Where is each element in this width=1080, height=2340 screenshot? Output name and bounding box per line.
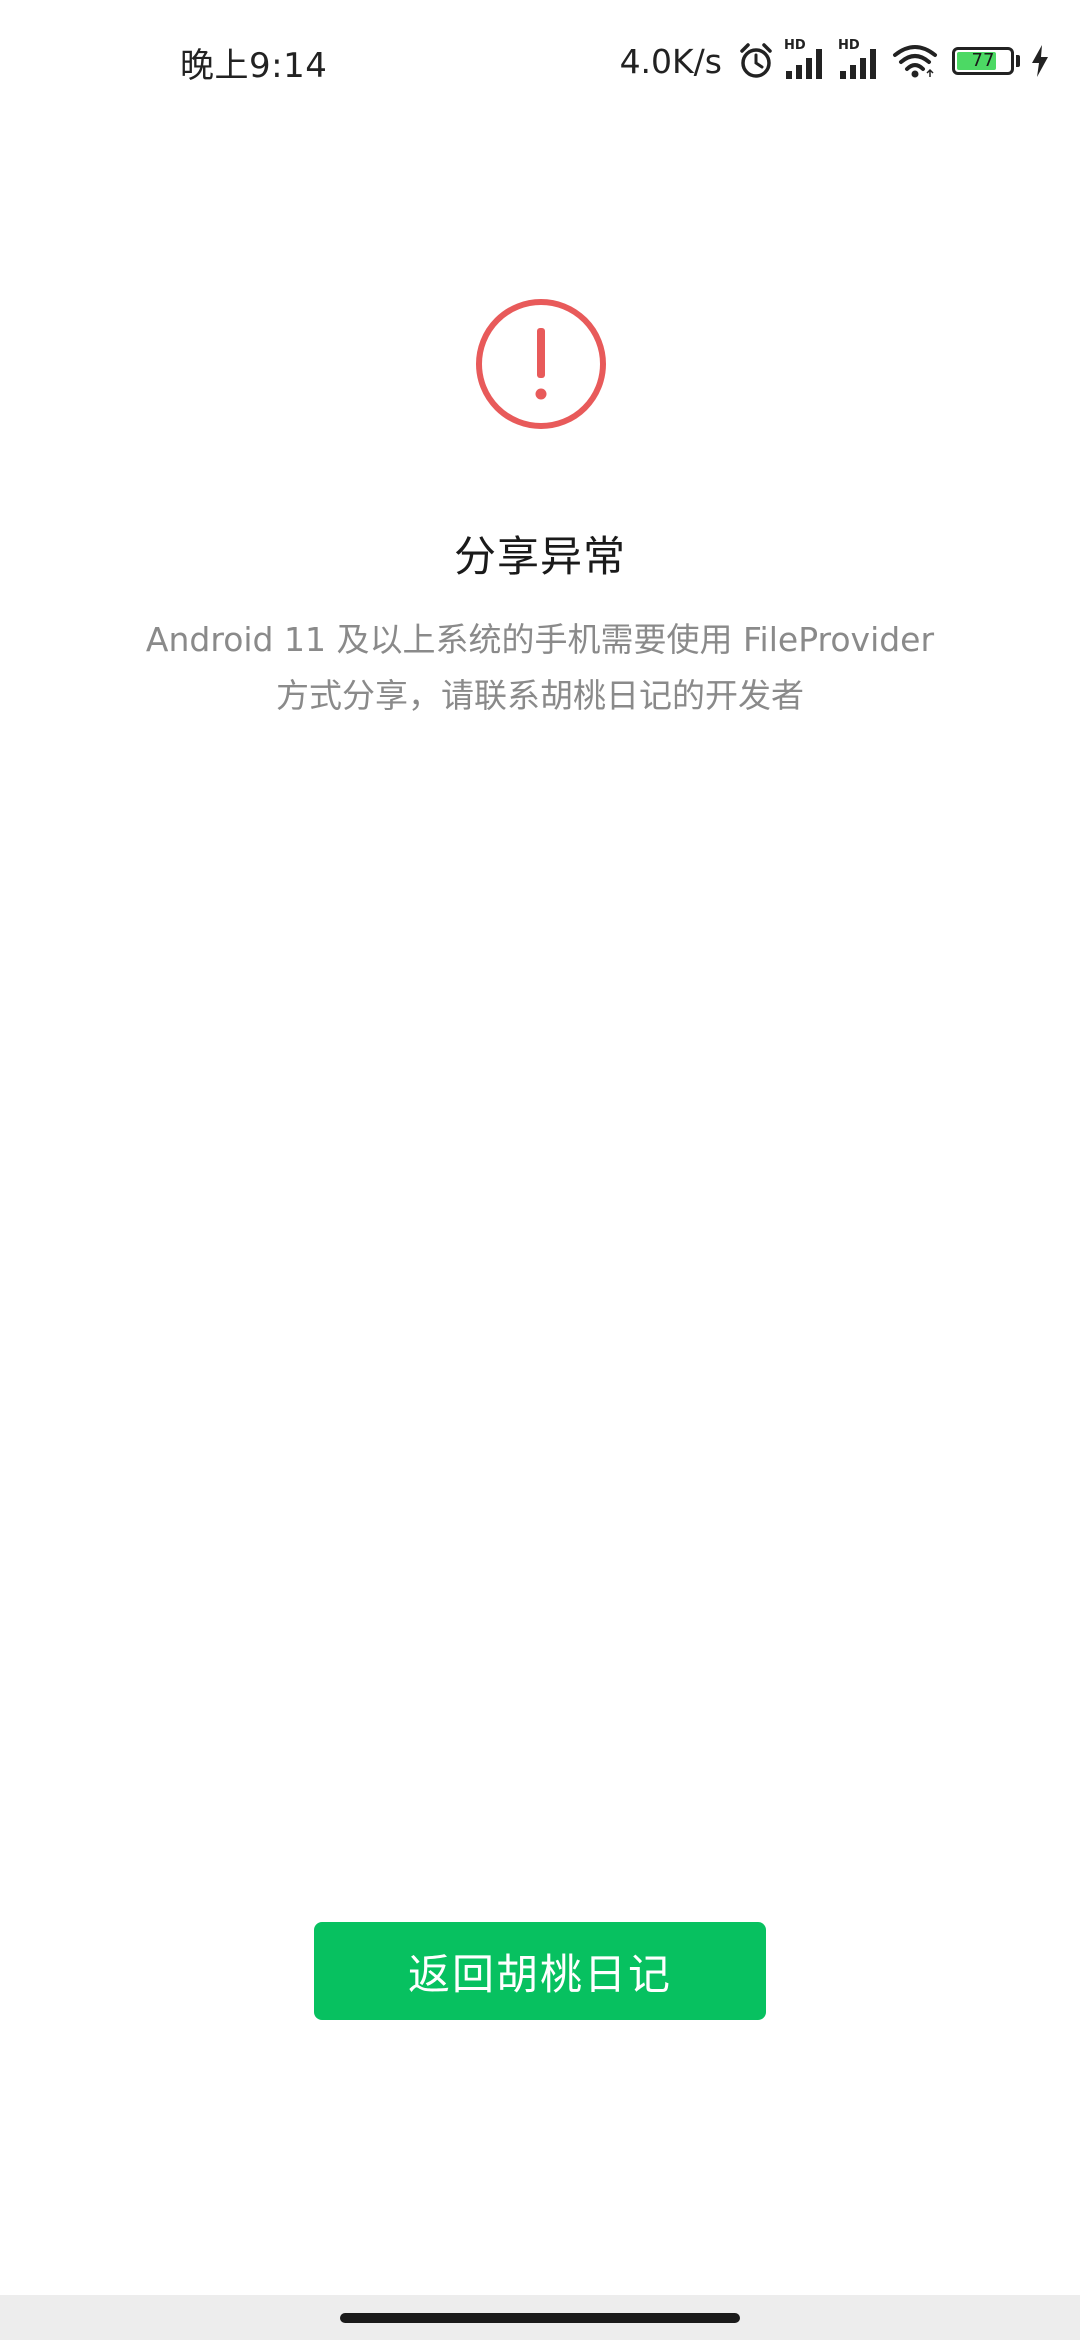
alarm-icon — [740, 43, 772, 78]
error-message-line-1: Android 11 及以上系统的手机需要使用 FileProvider — [145, 620, 935, 659]
signal-hd-icon: HD — [784, 39, 828, 81]
error-title: 分享异常 — [453, 532, 626, 581]
battery-icon: 77 — [952, 47, 1014, 75]
back-to-app-button[interactable]: 返回胡桃日记 — [314, 1922, 766, 2020]
status-bar: 晚上9:14 4.0K/s HD HD 77 — [0, 0, 1080, 120]
status-time: 晚上9:14 — [180, 46, 328, 86]
error-message-line-2: 方式分享，请联系胡桃日记的开发者 — [276, 676, 804, 715]
network-speed: 4.0K/s — [619, 41, 722, 81]
exclamation-circle-icon — [476, 299, 606, 429]
screen: 晚上9:14 4.0K/s HD HD 77 分享异常 Android 11 及… — [0, 0, 1080, 2340]
signal-hd-icon: HD — [838, 39, 882, 81]
error-message: Android 11 及以上系统的手机需要使用 FileProvider 方式分… — [120, 612, 960, 724]
status-icons: 4.0K/s HD HD 77 — [620, 36, 1050, 86]
home-indicator[interactable] — [340, 2313, 740, 2323]
navigation-bar — [0, 2295, 1080, 2340]
wifi-icon — [893, 45, 937, 78]
battery-nub — [1016, 55, 1020, 67]
battery-level: 77 — [971, 50, 995, 71]
charging-bolt-icon — [1032, 45, 1048, 77]
